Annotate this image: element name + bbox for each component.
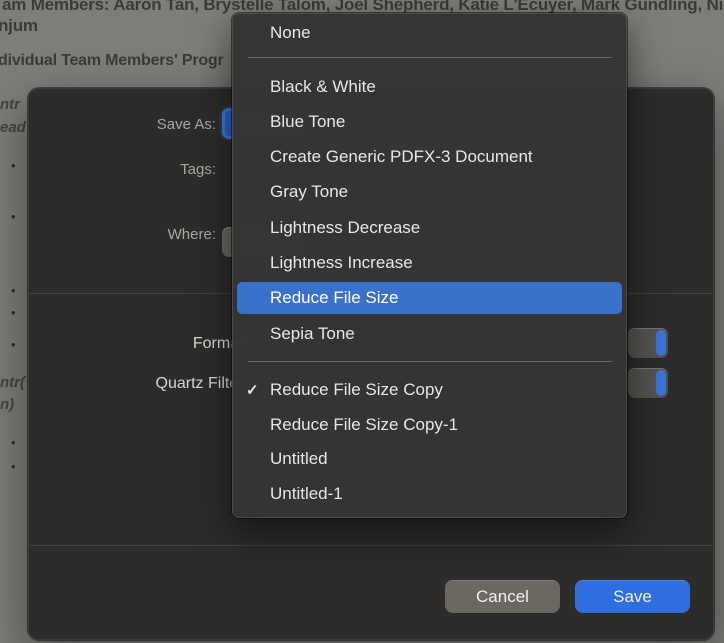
document-bullet: • <box>11 338 23 351</box>
menu-item-black-and-white[interactable]: Black & White <box>237 71 622 103</box>
document-margin-fragment: ntr( <box>0 374 28 391</box>
document-bullet: • <box>11 159 23 172</box>
cancel-button[interactable]: Cancel <box>445 580 560 613</box>
menu-item-label: Reduce File Size Copy <box>270 380 443 400</box>
document-margin-fragment: ead <box>0 119 28 136</box>
menu-separator <box>248 57 612 58</box>
menu-item-none[interactable]: None <box>237 17 622 49</box>
document-text-individual-progress: dividual Team Members' Progr <box>0 52 224 70</box>
menu-item-lightness-decrease[interactable]: Lightness Decrease <box>237 212 622 244</box>
screenshot-root: am Members: Aaron Tan, Brystelle Talom, … <box>0 0 724 643</box>
document-text-line2: njum <box>0 16 38 36</box>
tags-label: Tags: <box>28 161 216 178</box>
document-bullet: • <box>11 210 23 223</box>
menu-item-sepia-tone[interactable]: Sepia Tone <box>237 318 622 350</box>
document-margin-fragment: n) <box>0 396 28 413</box>
menu-item-untitled-1[interactable]: Untitled-1 <box>237 478 622 510</box>
dialog-separator <box>29 545 713 546</box>
popup-arrows-cap <box>656 330 666 356</box>
document-margin-fragment: ntr <box>0 96 28 113</box>
document-bullet: • <box>11 284 23 297</box>
quartz-filter-label: Quartz Filter: <box>28 375 248 393</box>
popup-arrows-cap <box>656 370 666 396</box>
document-bullet: • <box>11 306 23 319</box>
document-bullet: • <box>11 460 23 473</box>
save-as-label: Save As: <box>28 116 216 133</box>
menu-separator <box>248 361 612 362</box>
menu-item-blue-tone[interactable]: Blue Tone <box>237 106 622 138</box>
where-label: Where: <box>28 226 216 243</box>
format-popup-button[interactable] <box>628 328 668 358</box>
save-button[interactable]: Save <box>575 580 690 613</box>
format-label: Format: <box>28 335 248 353</box>
checkmark-icon: ✓ <box>246 381 268 399</box>
menu-item-untitled[interactable]: Untitled <box>237 443 622 475</box>
quartz-filter-popup-button[interactable] <box>628 368 668 398</box>
menu-item-reduce-file-size[interactable]: Reduce File Size <box>237 282 622 314</box>
menu-item-gray-tone[interactable]: Gray Tone <box>237 176 622 208</box>
menu-item-create-generic-pdfx3[interactable]: Create Generic PDFX-3 Document <box>237 141 622 173</box>
menu-item-reduce-file-size-copy[interactable]: ✓ Reduce File Size Copy <box>237 374 622 406</box>
menu-item-lightness-increase[interactable]: Lightness Increase <box>237 247 622 279</box>
menu-item-reduce-file-size-copy-1[interactable]: Reduce File Size Copy-1 <box>237 409 622 441</box>
document-bullet: • <box>11 436 23 449</box>
quartz-filter-menu: None Black & White Blue Tone Create Gene… <box>232 13 627 518</box>
